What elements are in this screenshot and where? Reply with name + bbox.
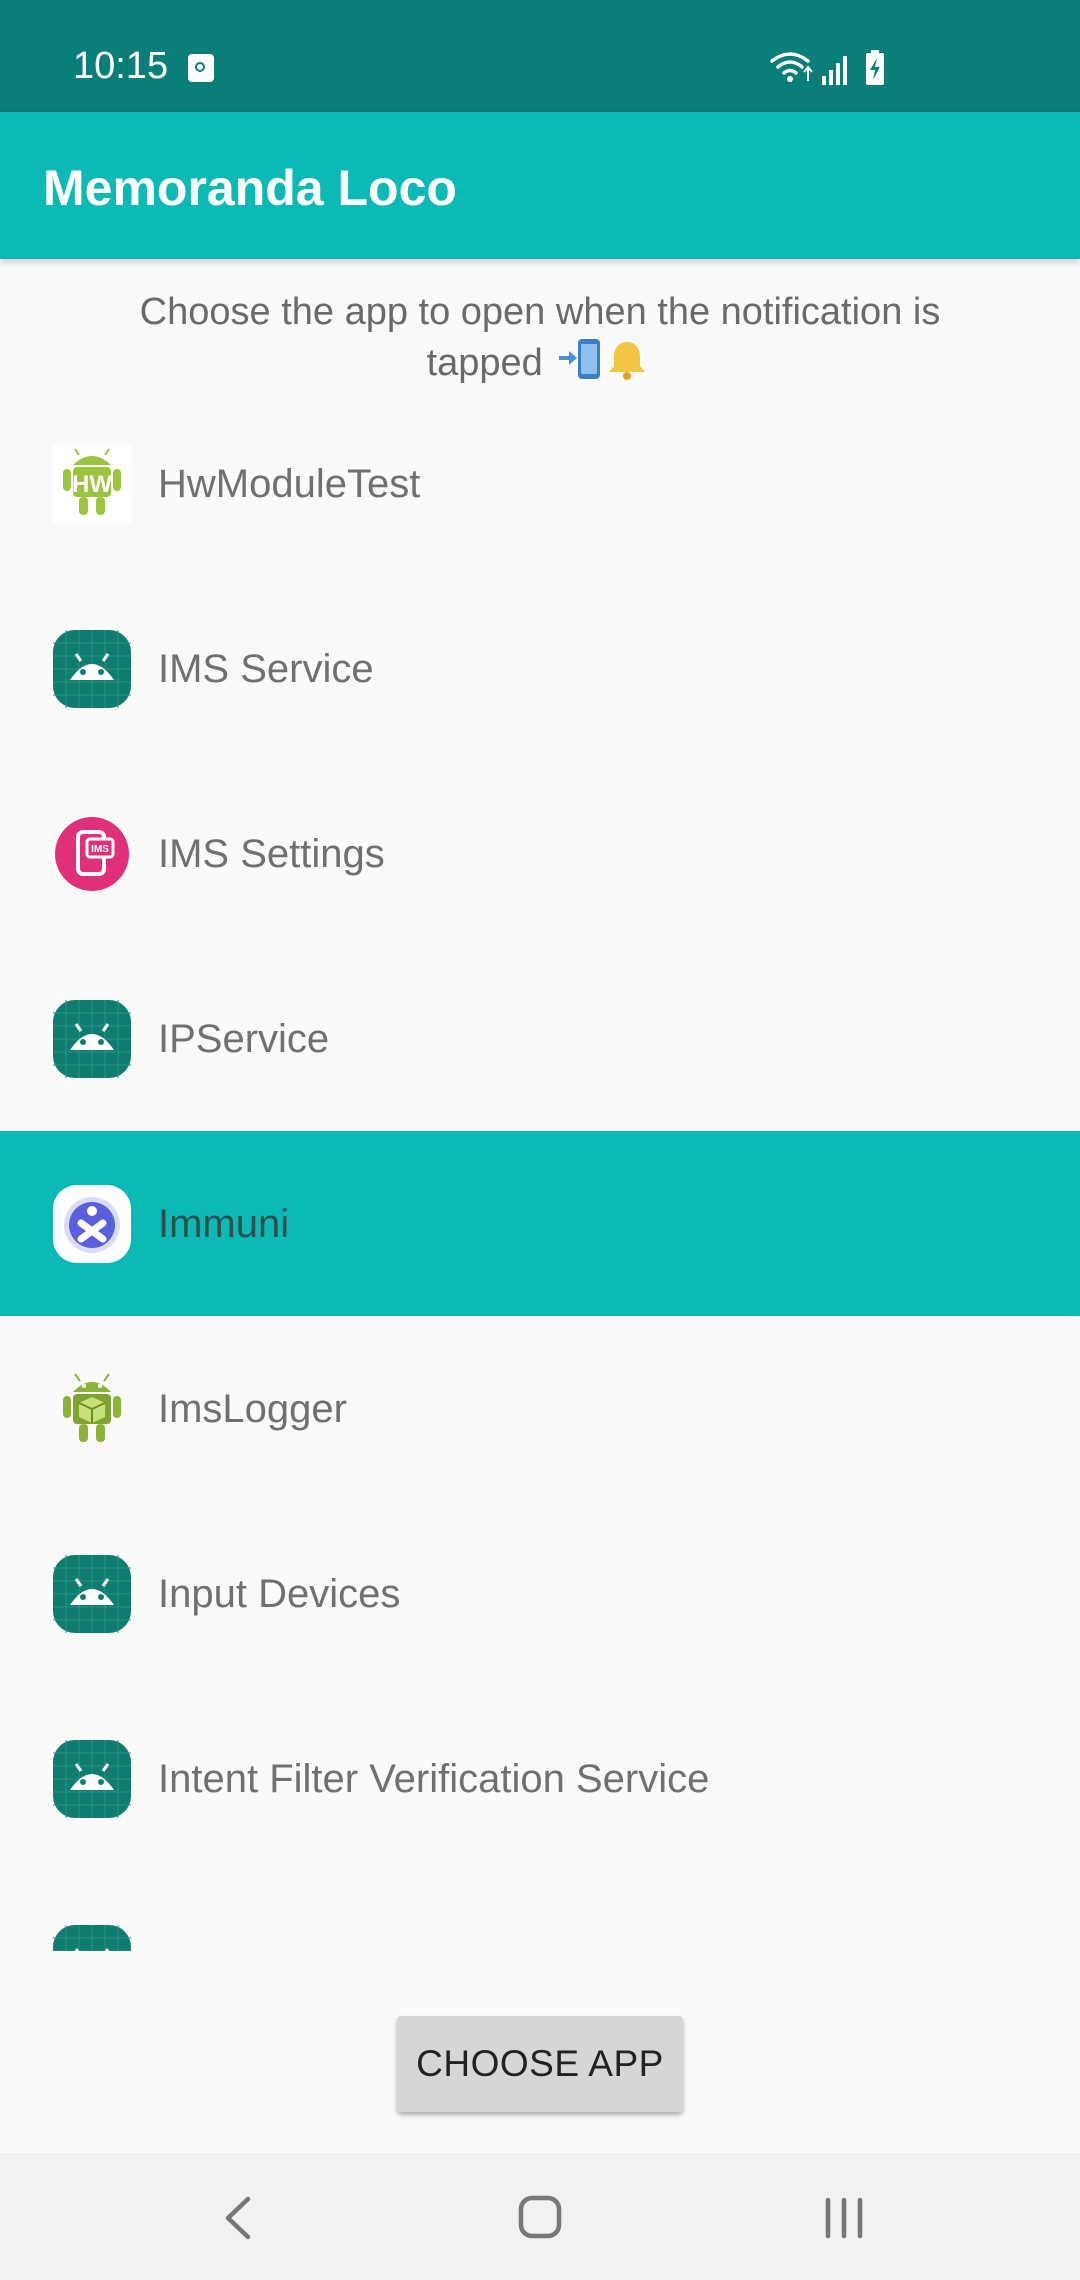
- android-teal-icon: [53, 630, 131, 708]
- screenshot-icon: [188, 54, 214, 82]
- signal-icon: [822, 56, 847, 85]
- instruction-text: Choose the app to open when the notifica…: [139, 291, 941, 385]
- list-item[interactable]: Input Devices: [0, 1501, 1080, 1686]
- list-item[interactable]: Intent Filter Verification Service: [0, 1686, 1080, 1871]
- android-teal-icon: [53, 1000, 131, 1078]
- list-item-selected[interactable]: Immuni: [0, 1131, 1080, 1316]
- phone-arrow-icon: [559, 339, 601, 379]
- hw-android-icon: HW: [53, 445, 131, 523]
- instruction-emojis: [557, 336, 653, 394]
- app-label: Immuni: [158, 1202, 290, 1246]
- app-label: Input Devices: [158, 1572, 401, 1616]
- back-icon[interactable]: [200, 2183, 280, 2253]
- home-icon[interactable]: [500, 2183, 580, 2253]
- list-item[interactable]: IPService: [0, 946, 1080, 1131]
- ims-settings-icon: IMS: [55, 817, 129, 891]
- app-label: Intent Filter Verification Service: [158, 1757, 710, 1801]
- app-list[interactable]: HW HwModuleTest IMS Service IMS IMS Sett…: [0, 391, 1080, 1951]
- app-bar: Memoranda Loco: [0, 112, 1080, 259]
- list-item[interactable]: IMS IMS Settings: [0, 761, 1080, 946]
- svg-text:HW: HW: [72, 471, 112, 498]
- app-label: IPService: [158, 1017, 330, 1061]
- android-teal-icon: [53, 1555, 131, 1633]
- app-label: HwModuleTest: [158, 462, 421, 506]
- android-cube-icon: [63, 1373, 121, 1442]
- status-icons: [770, 50, 884, 85]
- status-time: 10:15: [73, 45, 169, 87]
- android-teal-icon: [53, 1740, 131, 1818]
- android-teal-icon: [53, 1925, 131, 1951]
- instruction-text-block: Choose the app to open when the notifica…: [80, 288, 1000, 394]
- list-item[interactable]: IMS Service: [0, 576, 1080, 761]
- wifi-icon: [770, 52, 810, 75]
- app-label: IMS Settings: [158, 832, 385, 876]
- bell-icon: [609, 342, 646, 380]
- status-bar: 10:15: [0, 0, 1080, 112]
- app-title: Memoranda Loco: [43, 160, 457, 216]
- svg-text:IMS: IMS: [91, 844, 109, 855]
- battery-charging-icon: [866, 50, 884, 85]
- app-label: IMS Service: [158, 647, 374, 691]
- choose-app-button[interactable]: CHOOSE APP: [397, 2016, 683, 2112]
- immuni-icon: [53, 1185, 131, 1263]
- recents-icon[interactable]: [804, 2183, 884, 2253]
- list-item[interactable]: HW HwModuleTest: [0, 391, 1080, 576]
- app-label: ImsLogger: [158, 1387, 347, 1431]
- navigation-bar: [0, 2153, 1080, 2280]
- list-item-partial[interactable]: [0, 1871, 1080, 1951]
- list-item[interactable]: ImsLogger: [0, 1316, 1080, 1501]
